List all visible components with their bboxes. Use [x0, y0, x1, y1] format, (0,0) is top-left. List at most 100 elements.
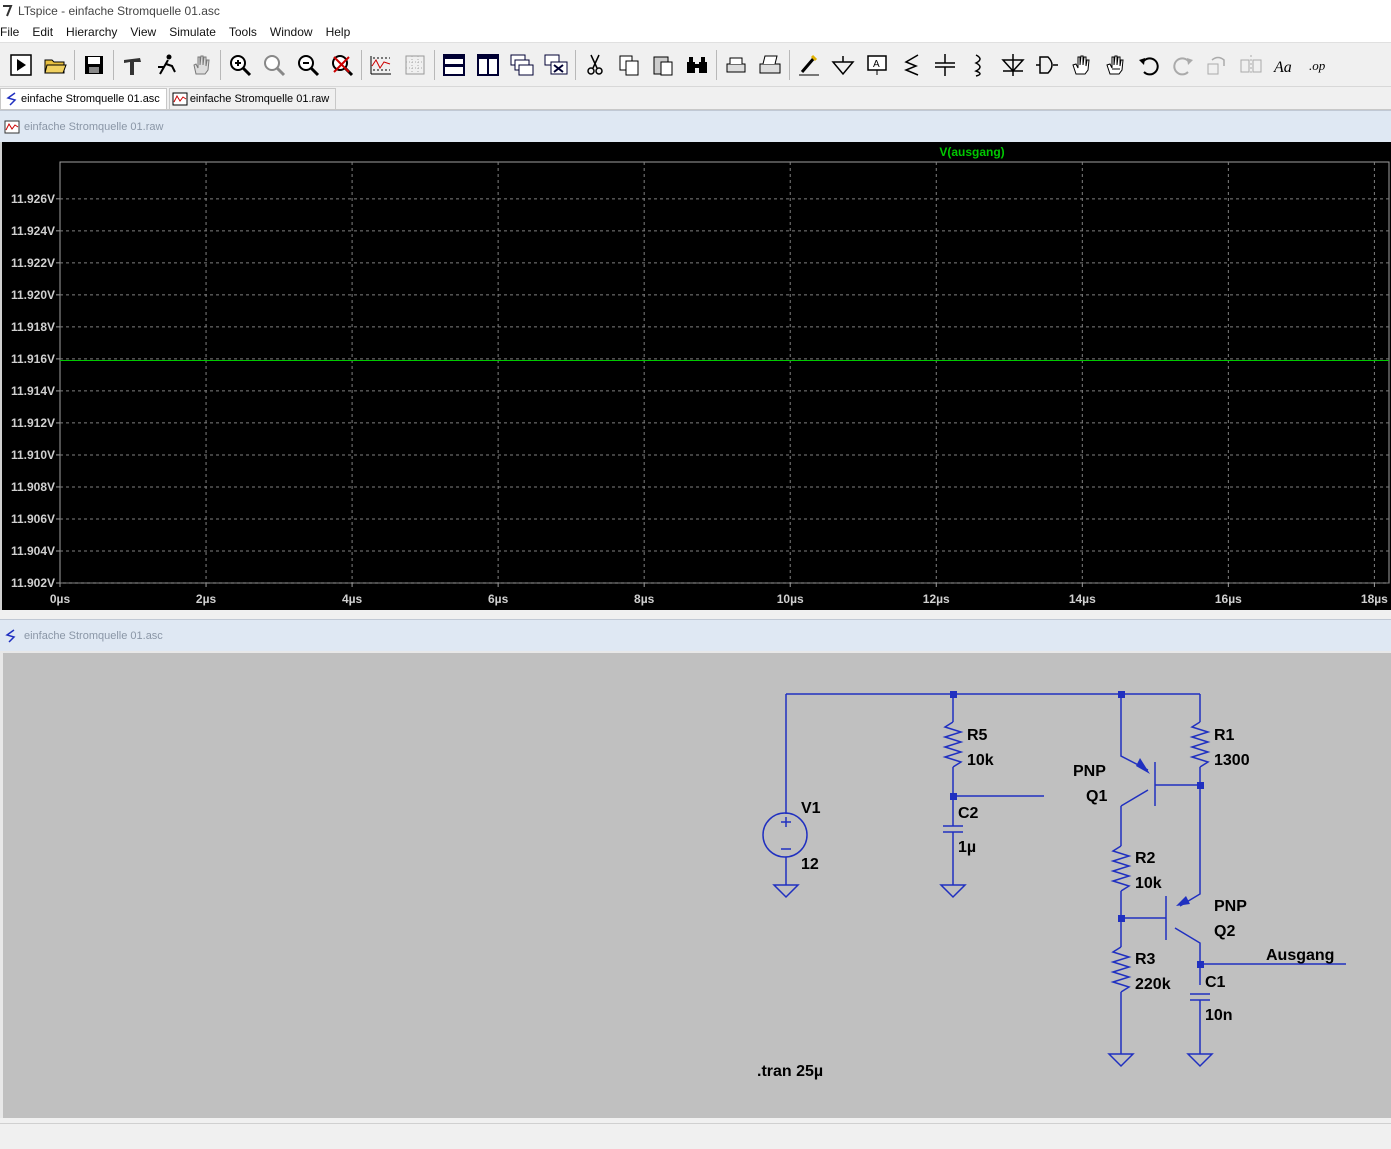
- x-tick-label: 18µs: [1361, 592, 1388, 606]
- cut-icon[interactable]: [580, 50, 610, 80]
- spice-directive-icon[interactable]: .op: [1304, 50, 1334, 80]
- menu-tools[interactable]: Tools: [223, 22, 264, 42]
- print-preview-icon[interactable]: [721, 50, 751, 80]
- zoom-area-icon[interactable]: [259, 50, 289, 80]
- zoom-in-icon[interactable]: [225, 50, 255, 80]
- x-tick-label: 2µs: [196, 592, 217, 606]
- r2-value[interactable]: 10k: [1135, 875, 1162, 892]
- v1-polarity: [781, 817, 791, 850]
- pan-hand-icon[interactable]: [186, 50, 216, 80]
- text-icon[interactable]: Aa: [1270, 50, 1300, 80]
- find-icon[interactable]: [682, 50, 712, 80]
- svg-text:.op: .op: [1309, 58, 1326, 73]
- open-icon[interactable]: [40, 50, 70, 80]
- undo-icon[interactable]: [1134, 50, 1164, 80]
- svg-text:Aa: Aa: [1273, 59, 1292, 76]
- trace-label[interactable]: V(ausgang): [939, 145, 1004, 159]
- grid-icon[interactable]: [400, 50, 430, 80]
- y-tick-label: 11.924V: [11, 224, 55, 238]
- waveform-icon: [4, 119, 22, 135]
- c2-ref[interactable]: C2: [958, 805, 979, 822]
- halt-icon[interactable]: [152, 50, 182, 80]
- tile-vertical-icon[interactable]: [473, 50, 503, 80]
- q1-ref[interactable]: Q1: [1086, 788, 1107, 805]
- menu-simulate[interactable]: Simulate: [163, 22, 223, 42]
- waveform-pane-title: einfache Stromquelle 01.raw: [24, 120, 164, 133]
- paste-icon[interactable]: [648, 50, 678, 80]
- component-icon[interactable]: [1032, 50, 1062, 80]
- autorange-icon[interactable]: [366, 50, 396, 80]
- y-tick-label: 11.908V: [11, 480, 55, 494]
- tile-horizontal-icon[interactable]: [439, 50, 469, 80]
- r3-ref[interactable]: R3: [1135, 951, 1156, 968]
- capacitor-icon[interactable]: [930, 50, 960, 80]
- save-icon[interactable]: [79, 50, 109, 80]
- r3-value[interactable]: 220k: [1135, 976, 1171, 993]
- ground-icon[interactable]: [828, 50, 858, 80]
- r5-ref[interactable]: R5: [967, 727, 988, 744]
- q1-model[interactable]: PNP: [1073, 763, 1106, 780]
- y-tick-label: 11.910V: [11, 448, 55, 462]
- drag-icon[interactable]: [1100, 50, 1130, 80]
- net-label-ausgang[interactable]: Ausgang: [1266, 947, 1334, 964]
- schematic-icon: [4, 628, 22, 644]
- v1-ref[interactable]: V1: [801, 800, 821, 817]
- tab-waveform[interactable]: einfache Stromquelle 01.raw: [168, 88, 337, 109]
- print-icon[interactable]: [755, 50, 785, 80]
- r2-ref[interactable]: R2: [1135, 850, 1156, 867]
- c1-value[interactable]: 10n: [1205, 1007, 1233, 1024]
- menu-hierarchy[interactable]: Hierarchy: [60, 22, 124, 42]
- waveform-icon: [172, 91, 188, 107]
- x-tick-label: 8µs: [634, 592, 655, 606]
- menu-bar: File Edit Hierarchy View Simulate Tools …: [0, 22, 1391, 43]
- close-all-icon[interactable]: [541, 50, 571, 80]
- y-tick-label: 11.912V: [11, 416, 55, 430]
- move-icon[interactable]: [1066, 50, 1096, 80]
- r1-ref[interactable]: R1: [1214, 727, 1235, 744]
- waveform-chart[interactable]: 11.902V 11.904V 11.906V 11.908V 11.910V 11.91…: [2, 142, 1391, 610]
- control-panel-icon[interactable]: [118, 50, 148, 80]
- svg-text:A: A: [873, 59, 880, 70]
- status-bar: [0, 1123, 1391, 1149]
- y-tick-label: 11.904V: [11, 544, 55, 558]
- run-icon[interactable]: [6, 50, 36, 80]
- cascade-icon[interactable]: [507, 50, 537, 80]
- q2-ref[interactable]: Q2: [1214, 923, 1235, 940]
- menu-help[interactable]: Help: [320, 22, 358, 42]
- mirror-icon[interactable]: [1236, 50, 1266, 80]
- y-tick-label: 11.918V: [11, 320, 55, 334]
- r5-value[interactable]: 10k: [967, 752, 994, 769]
- menu-edit[interactable]: Edit: [26, 22, 60, 42]
- x-tick-label: 10µs: [777, 592, 804, 606]
- schematic-drawing[interactable]: V1 12 R5 10k C2 1µ R1 1300 PNP Q1 R2 10k…: [3, 653, 1391, 1118]
- waveform-pane-header[interactable]: einfache Stromquelle 01.raw: [0, 110, 1391, 142]
- x-tick-label: 0µs: [50, 592, 71, 606]
- label-net-icon[interactable]: A: [862, 50, 892, 80]
- waveform-plot[interactable]: 11.902V 11.904V 11.906V 11.908V 11.910V 11.91…: [0, 142, 1391, 610]
- spice-directive[interactable]: .tran 25µ: [757, 1063, 823, 1080]
- rotate-icon[interactable]: [1202, 50, 1232, 80]
- wires: [762, 693, 1346, 1068]
- y-tick-label: 11.920V: [11, 288, 55, 302]
- r1-value[interactable]: 1300: [1214, 752, 1250, 769]
- wire-icon[interactable]: [794, 50, 824, 80]
- tab-label: einfache Stromquelle 01.asc: [21, 93, 160, 105]
- y-tick-label: 11.906V: [11, 512, 55, 526]
- menu-view[interactable]: View: [124, 22, 163, 42]
- diode-icon[interactable]: [998, 50, 1028, 80]
- menu-file[interactable]: File: [0, 22, 26, 42]
- schematic-pane-header[interactable]: einfache Stromquelle 01.asc: [0, 619, 1391, 651]
- v1-value[interactable]: 12: [801, 856, 819, 873]
- redo-icon[interactable]: [1168, 50, 1198, 80]
- zoom-out-icon[interactable]: [293, 50, 323, 80]
- c1-ref[interactable]: C1: [1205, 974, 1226, 991]
- resistor-icon[interactable]: [896, 50, 926, 80]
- c2-value[interactable]: 1µ: [958, 839, 976, 856]
- schematic-canvas[interactable]: V1 12 R5 10k C2 1µ R1 1300 PNP Q1 R2 10k…: [0, 651, 1391, 1118]
- q2-model[interactable]: PNP: [1214, 898, 1247, 915]
- menu-window[interactable]: Window: [264, 22, 320, 42]
- zoom-fit-icon[interactable]: [327, 50, 357, 80]
- inductor-icon[interactable]: [964, 50, 994, 80]
- tab-schematic[interactable]: einfache Stromquelle 01.asc: [0, 88, 167, 109]
- copy-icon[interactable]: [614, 50, 644, 80]
